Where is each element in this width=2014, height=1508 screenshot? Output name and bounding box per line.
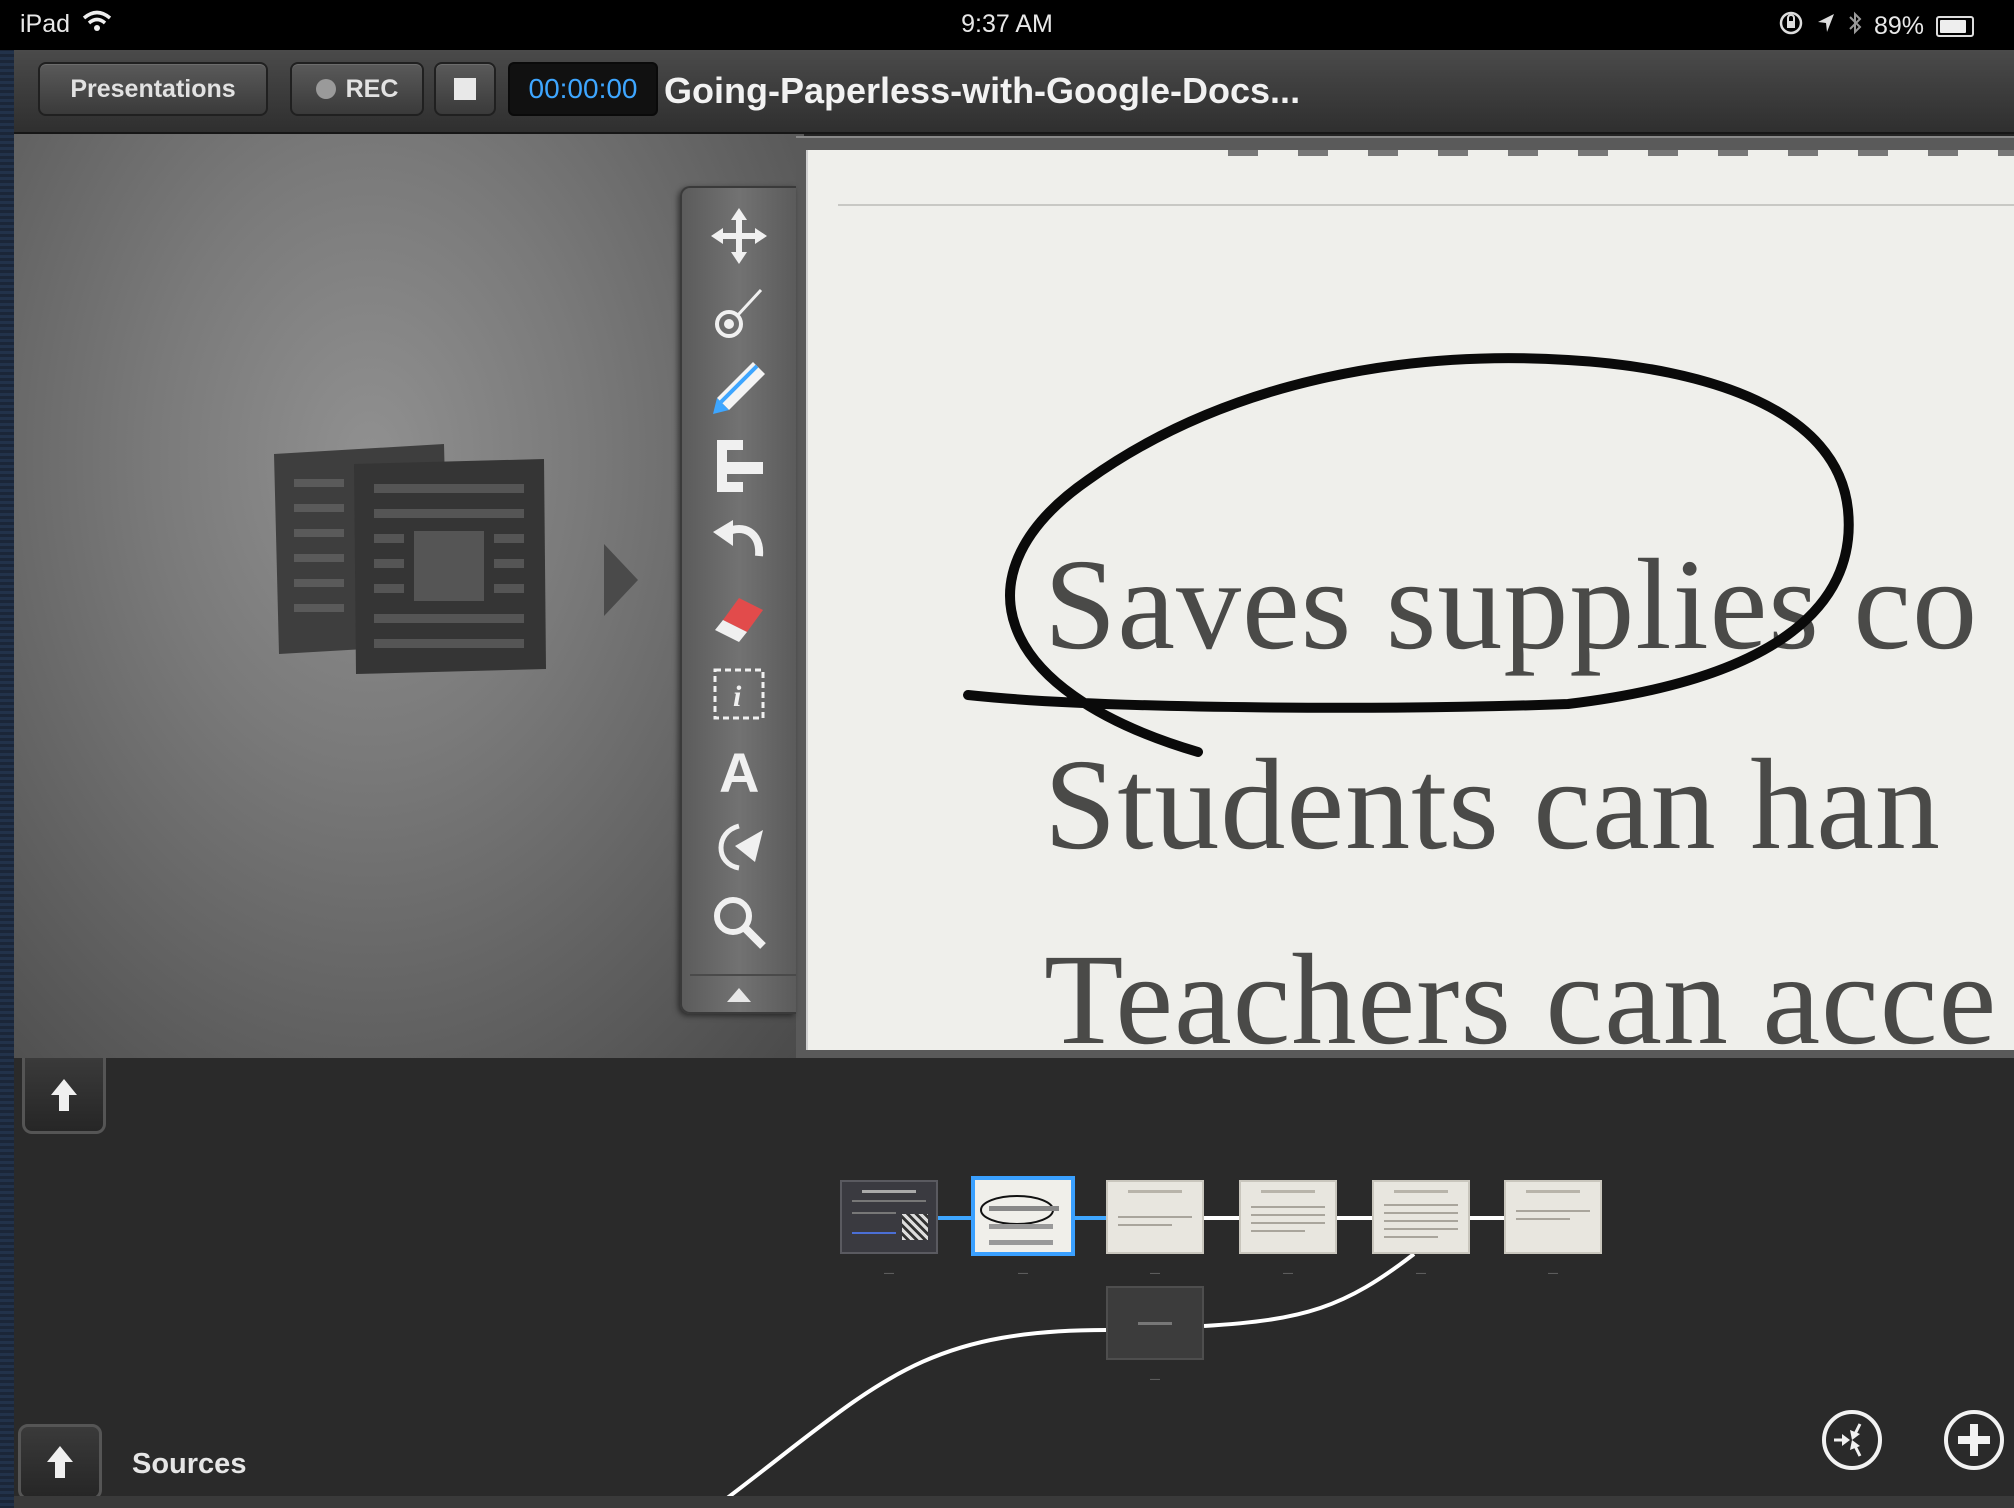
slide-navigator: — — — — — — — Sources bbox=[14, 1058, 2014, 1508]
documents-icon bbox=[264, 434, 554, 699]
four-arrows-icon bbox=[709, 206, 769, 266]
plus-icon bbox=[1958, 1424, 1990, 1456]
stop-button[interactable] bbox=[434, 62, 496, 116]
laser-pointer-icon bbox=[709, 282, 769, 342]
slide-thumbnail-selected[interactable] bbox=[971, 1176, 1075, 1256]
organize-button[interactable] bbox=[1822, 1410, 1882, 1470]
text-tool[interactable]: A bbox=[704, 740, 774, 800]
highlighter-icon bbox=[709, 436, 769, 496]
stop-icon bbox=[454, 78, 476, 100]
record-dot-icon bbox=[315, 79, 336, 99]
svg-text:A: A bbox=[719, 741, 759, 800]
palette-divider bbox=[690, 974, 796, 976]
rotation-lock-icon bbox=[1778, 10, 1804, 43]
collapse-palette-icon[interactable] bbox=[727, 988, 751, 1002]
ink-annotation bbox=[963, 353, 1854, 757]
thumbnail-caption: — bbox=[1150, 1374, 1160, 1385]
svg-text:i: i bbox=[733, 680, 742, 713]
add-button[interactable] bbox=[1944, 1410, 2004, 1470]
slide-thumbnail[interactable] bbox=[1106, 1286, 1204, 1360]
up-arrow-icon bbox=[47, 1446, 73, 1478]
presentations-button[interactable]: Presentations bbox=[38, 62, 268, 116]
undo-icon bbox=[709, 512, 769, 572]
slide-thumbnail[interactable] bbox=[1372, 1180, 1470, 1254]
tool-palette: i A bbox=[680, 186, 796, 1014]
presentations-label: Presentations bbox=[70, 74, 236, 103]
thumbnail-caption: — bbox=[1018, 1268, 1028, 1279]
move-tool[interactable] bbox=[704, 206, 774, 266]
collapse-arrows-icon bbox=[1834, 1423, 1862, 1457]
play-arrow-icon[interactable] bbox=[604, 544, 638, 616]
highlighter-tool[interactable] bbox=[704, 436, 774, 496]
top-toolbar: Presentations REC 00:00:00 Going-Paperle… bbox=[14, 50, 2014, 134]
thumbnail-caption: — bbox=[1283, 1268, 1293, 1279]
thumbnail-caption: — bbox=[884, 1268, 894, 1279]
slide-canvas[interactable]: Saves supplies co Students can han Teach… bbox=[806, 150, 2014, 1050]
undo-tool[interactable] bbox=[704, 512, 774, 572]
expand-panel-button[interactable] bbox=[22, 1058, 106, 1134]
slide-thumbnail[interactable] bbox=[840, 1180, 938, 1254]
info-icon: i bbox=[709, 664, 769, 724]
text-a-icon: A bbox=[709, 740, 769, 800]
magnifier-icon bbox=[709, 892, 769, 952]
zoom-tool[interactable] bbox=[704, 892, 774, 952]
info-tool[interactable]: i bbox=[704, 664, 774, 724]
eraser-tool[interactable] bbox=[704, 588, 774, 648]
sources-toggle-button[interactable] bbox=[18, 1424, 102, 1500]
slide-thumbnail[interactable] bbox=[1239, 1180, 1337, 1254]
pen-icon bbox=[709, 358, 769, 418]
ipad-screen: iPad 9:37 AM 89% Presentations REC 00:00… bbox=[0, 0, 2014, 1508]
laser-pointer-tool[interactable] bbox=[704, 282, 774, 342]
window-edge bbox=[0, 0, 14, 1508]
document-title: Going-Paperless-with-Google-Docs... bbox=[664, 70, 1301, 111]
location-icon bbox=[1816, 12, 1836, 41]
clock: 9:37 AM bbox=[961, 10, 1053, 38]
thumbnail-caption: — bbox=[1548, 1268, 1558, 1279]
slide-thumbnail[interactable] bbox=[1504, 1180, 1602, 1254]
recording-timer: 00:00:00 bbox=[508, 62, 658, 116]
up-arrow-icon bbox=[51, 1078, 77, 1111]
redo-tool[interactable] bbox=[704, 816, 774, 876]
pen-tool[interactable] bbox=[704, 358, 774, 418]
redo-icon bbox=[709, 816, 769, 876]
battery-icon bbox=[1936, 16, 1974, 37]
battery-percent: 89% bbox=[1873, 12, 1924, 40]
sources-label: Sources bbox=[132, 1448, 247, 1480]
record-label: REC bbox=[345, 74, 399, 103]
slide-connections bbox=[712, 1216, 1504, 1508]
status-bar: iPad 9:37 AM 89% bbox=[0, 0, 2014, 50]
thumbnail-caption: — bbox=[1416, 1268, 1426, 1279]
eraser-icon bbox=[709, 588, 769, 648]
record-button[interactable]: REC bbox=[290, 62, 424, 116]
slide-frame: Saves supplies co Students can han Teach… bbox=[796, 136, 2014, 1062]
bluetooth-icon bbox=[1848, 11, 1862, 42]
thumbnail-caption: — bbox=[1150, 1268, 1160, 1279]
slide-thumbnail[interactable] bbox=[1106, 1180, 1204, 1254]
bottom-rail bbox=[14, 1496, 2014, 1508]
